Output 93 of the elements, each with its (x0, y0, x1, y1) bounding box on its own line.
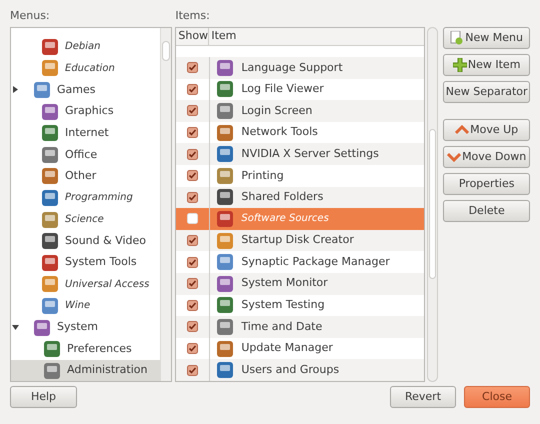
menu-label[interactable]: Preferences (67, 340, 132, 358)
item-label: NVIDIA X Server Settings (241, 146, 379, 162)
checkbox[interactable] (187, 364, 198, 376)
checkbox[interactable] (187, 300, 198, 311)
menu-icon (41, 59, 59, 78)
checkbox[interactable] (187, 343, 198, 354)
selected-row[interactable]: Administration (11, 360, 160, 381)
app-icon (216, 318, 234, 336)
menu-label[interactable]: Other (65, 168, 96, 185)
menu-icon (33, 318, 51, 337)
menu-label: Administration (67, 362, 148, 378)
item-label: System Monitor (241, 275, 328, 292)
menu-icon (41, 167, 59, 186)
checkbox[interactable] (187, 278, 198, 290)
menu-label[interactable]: Office (65, 146, 98, 164)
item-label: Printing (241, 168, 284, 184)
items-label: Items: (175, 8, 211, 24)
menu-icon (43, 362, 61, 380)
app-icon (216, 361, 234, 380)
plus-icon (452, 58, 467, 72)
toolbar-button[interactable]: Move Down (443, 146, 530, 168)
menu-label[interactable]: Science (65, 212, 104, 228)
chevron-down-icon (447, 152, 462, 162)
checkbox[interactable] (187, 192, 198, 203)
chevron-up-icon (455, 125, 470, 135)
menu-icon (41, 275, 59, 294)
toolbar-button[interactable]: Move Up (443, 119, 530, 141)
checkbox[interactable] (187, 256, 198, 268)
menu-icon (41, 210, 59, 229)
dialog-button[interactable]: Help (10, 386, 77, 408)
item-label: Software Sources (241, 212, 329, 226)
app-icon (216, 188, 234, 206)
item-label: Time and Date (241, 318, 322, 335)
menu-label[interactable]: System Tools (65, 254, 137, 271)
toolbar-button[interactable]: Properties (443, 173, 530, 195)
column-header[interactable]: Show (176, 28, 210, 45)
scrollbar[interactable] (160, 28, 172, 381)
dialog-button[interactable]: Close (464, 386, 530, 408)
menu-icon (33, 80, 51, 99)
menu-label[interactable]: System (57, 319, 98, 336)
item-label: Log File Viewer (241, 81, 324, 98)
menus-label: Menus: (10, 8, 51, 24)
menu-label[interactable]: Graphics (65, 103, 114, 120)
app-icon (216, 274, 234, 293)
menu-icon (41, 232, 59, 250)
app-icon (216, 58, 234, 77)
menu-icon (41, 124, 59, 142)
menu-icon (41, 102, 59, 121)
menu-label[interactable]: Debian (65, 39, 100, 54)
item-label: Shared Folders (241, 189, 324, 206)
checkbox[interactable] (187, 62, 198, 74)
item-label: Users and Groups (241, 362, 340, 378)
item-label: Network Tools (241, 124, 318, 140)
checkbox[interactable] (187, 105, 198, 116)
menu-label[interactable]: Programming (65, 190, 133, 206)
menu-label[interactable]: Universal Access (65, 276, 150, 292)
checkbox[interactable] (187, 170, 198, 182)
menu-label[interactable]: Games (57, 82, 96, 98)
menu-icon (41, 254, 59, 272)
menu-label[interactable]: Sound & Video (65, 232, 146, 250)
menu-icon (41, 38, 59, 56)
menu-icon (41, 188, 59, 207)
new-page-icon (450, 31, 464, 45)
checkbox[interactable] (187, 235, 198, 246)
app-icon (216, 102, 234, 120)
checkbox[interactable] (187, 127, 198, 138)
toolbar-button[interactable]: New Menu (443, 27, 530, 49)
menu-label[interactable]: Wine (65, 298, 90, 314)
item-label: Startup Disk Creator (241, 232, 354, 248)
dialog-button[interactable]: Revert (390, 386, 456, 408)
toolbar-button[interactable]: Delete (443, 200, 530, 222)
toolbar-button[interactable]: New Item (443, 54, 530, 76)
item-label: Update Manager (241, 340, 333, 356)
checkbox[interactable] (187, 321, 198, 332)
checkbox[interactable] (187, 84, 198, 95)
checkbox[interactable] (187, 148, 198, 160)
expander-right-icon[interactable] (12, 86, 18, 94)
item-label: Login Screen (241, 102, 312, 119)
menu-label[interactable]: Internet (65, 124, 109, 142)
menu-icon (43, 340, 61, 358)
app-icon (216, 232, 234, 250)
menu-icon (41, 296, 59, 315)
menu-label[interactable]: Education (65, 60, 115, 76)
item-label: Synaptic Package Manager (241, 254, 390, 270)
item-label: System Testing (241, 297, 325, 314)
item-label: Language Support (241, 60, 343, 76)
expander-down-icon[interactable] (12, 324, 18, 332)
app-icon (216, 210, 234, 228)
app-icon (216, 145, 234, 164)
scrollbar[interactable] (427, 27, 438, 382)
menu-icon (41, 146, 59, 164)
toolbar-button[interactable]: New Separator (443, 81, 530, 103)
column-header[interactable]: Item (209, 28, 424, 45)
